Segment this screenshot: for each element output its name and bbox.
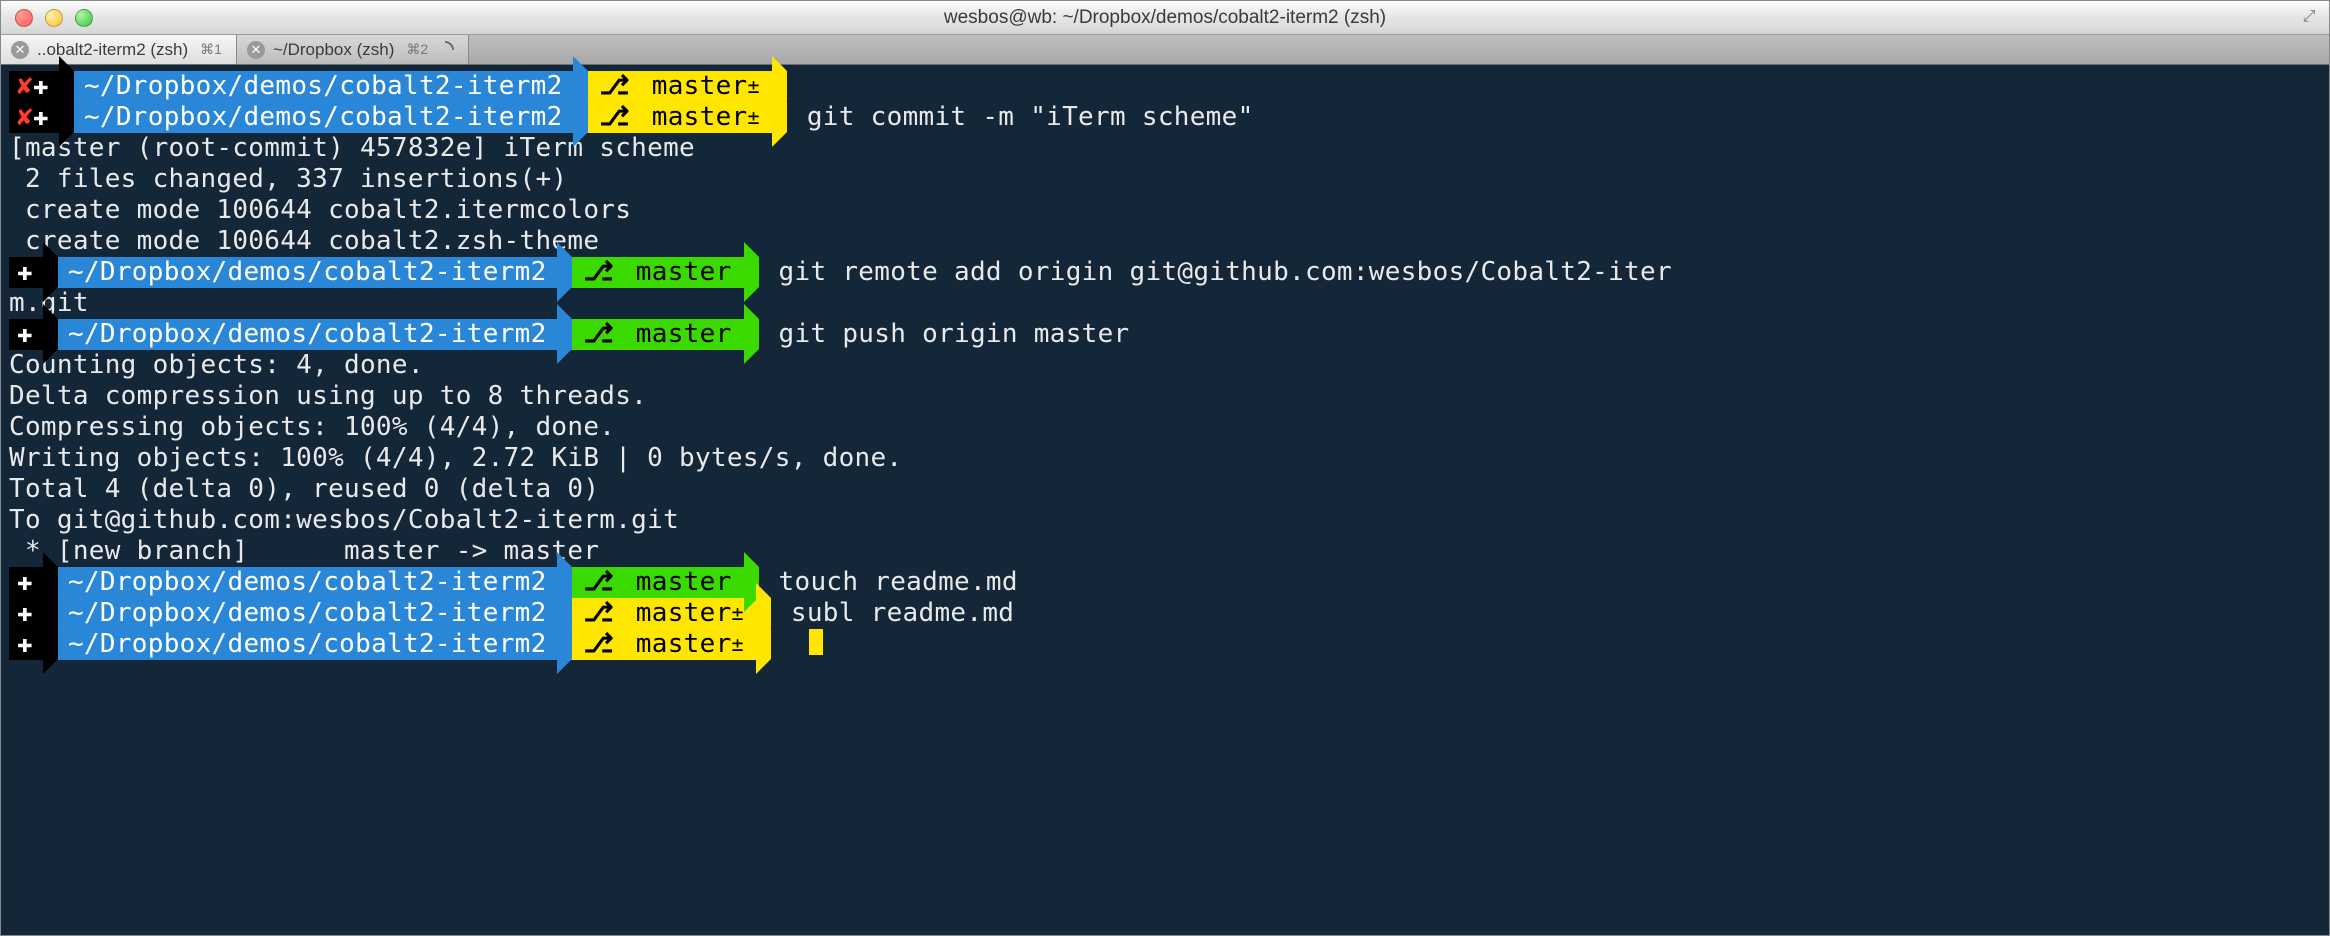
status-segment: ✚ xyxy=(9,257,43,288)
path-segment: ~/Dropbox/demos/cobalt2-iterm2 xyxy=(58,567,557,598)
close-window-button[interactable] xyxy=(15,9,33,27)
branch-segment: ⎇ master xyxy=(572,319,744,350)
command-text xyxy=(771,629,791,660)
error-icon: ✘ xyxy=(17,102,33,133)
command-text: touch readme.md xyxy=(759,567,1018,598)
status-segment: ✚ xyxy=(9,567,43,598)
branch-icon: ⎇ xyxy=(600,71,636,102)
output-line: Compressing objects: 100% (4/4), done. xyxy=(9,412,2321,443)
branch-segment: ⎇ master xyxy=(572,567,744,598)
command-text: git push origin master xyxy=(759,319,1130,350)
titlebar: wesbos@wb: ~/Dropbox/demos/cobalt2-iterm… xyxy=(1,1,2329,35)
prompt-line: ✚ ~/Dropbox/demos/cobalt2-iterm2 ⎇ master t… xyxy=(9,567,2321,598)
output-line: m.git xyxy=(9,288,2321,319)
branch-segment: ⎇ master± xyxy=(588,102,772,133)
plus-icon: ✚ xyxy=(33,102,49,133)
cursor xyxy=(809,629,823,655)
plus-icon: ✚ xyxy=(33,71,49,102)
window-title: wesbos@wb: ~/Dropbox/demos/cobalt2-iterm… xyxy=(1,7,2329,29)
output-line: 2 files changed, 337 insertions(+) xyxy=(9,164,2321,195)
tab-shortcut: ⌘2 xyxy=(406,41,428,58)
status-segment: ✚ xyxy=(9,319,43,350)
path-segment: ~/Dropbox/demos/cobalt2-iterm2 xyxy=(58,598,557,629)
output-line: Counting objects: 4, done. xyxy=(9,350,2321,381)
output-line: [master (root-commit) 457832e] iTerm sch… xyxy=(9,133,2321,164)
status-segment: ✚ xyxy=(9,598,43,629)
output-line: Writing objects: 100% (4/4), 2.72 KiB | … xyxy=(9,443,2321,474)
path-segment: ~/Dropbox/demos/cobalt2-iterm2 xyxy=(74,71,573,102)
output-line: * [new branch] master -> master xyxy=(9,536,2321,567)
output-line: Delta compression using up to 8 threads. xyxy=(9,381,2321,412)
branch-segment: ⎇ master xyxy=(572,257,744,288)
branch-segment: ⎇ master± xyxy=(572,598,756,629)
command-text: git remote add origin git@github.com:wes… xyxy=(759,257,1672,288)
tab-1[interactable]: ✕ ..obalt2-iterm2 (zsh) ⌘1 xyxy=(1,35,237,64)
output-line: To git@github.com:wesbos/Cobalt2-iterm.g… xyxy=(9,505,2321,536)
branch-icon: ⎇ xyxy=(584,629,620,660)
command-text xyxy=(787,71,807,102)
prompt-line: ✘ ✚ ~/Dropbox/demos/cobalt2-iterm2 ⎇ maste… xyxy=(9,102,2321,133)
status-segment: ✘ ✚ xyxy=(9,71,59,102)
tab-2[interactable]: ✕ ~/Dropbox (zsh) ⌘2 xyxy=(237,35,469,64)
output-line: Total 4 (delta 0), reused 0 (delta 0) xyxy=(9,474,2321,505)
prompt-line: ✚ ~/Dropbox/demos/cobalt2-iterm2 ⎇ master± xyxy=(9,629,2321,660)
branch-icon: ⎇ xyxy=(600,102,636,133)
zoom-window-button[interactable] xyxy=(75,9,93,27)
branch-icon: ⎇ xyxy=(584,598,620,629)
plus-icon: ✚ xyxy=(17,629,33,660)
command-text: subl readme.md xyxy=(771,598,1014,629)
branch-icon: ⎇ xyxy=(584,319,620,350)
prompt-line: ✚ ~/Dropbox/demos/cobalt2-iterm2 ⎇ master g… xyxy=(9,319,2321,350)
output-line: create mode 100644 cobalt2.itermcolors xyxy=(9,195,2321,226)
branch-icon: ⎇ xyxy=(584,257,620,288)
maximize-icon[interactable]: ⤢ xyxy=(2299,7,2319,27)
path-segment: ~/Dropbox/demos/cobalt2-iterm2 xyxy=(58,257,557,288)
branch-segment: ⎇ master± xyxy=(588,71,772,102)
close-tab-icon[interactable]: ✕ xyxy=(11,41,29,59)
plus-icon: ✚ xyxy=(17,598,33,629)
spinner-icon xyxy=(436,41,454,59)
traffic-lights xyxy=(1,9,93,27)
error-icon: ✘ xyxy=(17,71,33,102)
path-segment: ~/Dropbox/demos/cobalt2-iterm2 xyxy=(58,319,557,350)
branch-icon: ⎇ xyxy=(584,567,620,598)
output-line: create mode 100644 cobalt2.zsh-theme xyxy=(9,226,2321,257)
path-segment: ~/Dropbox/demos/cobalt2-iterm2 xyxy=(74,102,573,133)
status-segment: ✚ xyxy=(9,629,43,660)
path-segment: ~/Dropbox/demos/cobalt2-iterm2 xyxy=(58,629,557,660)
tabbar: ✕ ..obalt2-iterm2 (zsh) ⌘1 ✕ ~/Dropbox (… xyxy=(1,35,2329,65)
tab-shortcut: ⌘1 xyxy=(200,41,222,58)
plus-icon: ✚ xyxy=(17,319,33,350)
prompt-line: ✘ ✚ ~/Dropbox/demos/cobalt2-iterm2 ⎇ maste… xyxy=(9,71,2321,102)
plus-icon: ✚ xyxy=(17,257,33,288)
branch-segment: ⎇ master± xyxy=(572,629,756,660)
terminal-viewport[interactable]: ✘ ✚ ~/Dropbox/demos/cobalt2-iterm2 ⎇ maste… xyxy=(1,65,2329,935)
close-tab-icon[interactable]: ✕ xyxy=(247,41,265,59)
terminal-window: wesbos@wb: ~/Dropbox/demos/cobalt2-iterm… xyxy=(0,0,2330,936)
prompt-line: ✚ ~/Dropbox/demos/cobalt2-iterm2 ⎇ master g… xyxy=(9,257,2321,288)
status-segment: ✘ ✚ xyxy=(9,102,59,133)
tab-label: ~/Dropbox (zsh) xyxy=(273,40,394,60)
command-text: git commit -m "iTerm scheme" xyxy=(787,102,1254,133)
minimize-window-button[interactable] xyxy=(45,9,63,27)
plus-icon: ✚ xyxy=(17,567,33,598)
prompt-line: ✚ ~/Dropbox/demos/cobalt2-iterm2 ⎇ master±… xyxy=(9,598,2321,629)
